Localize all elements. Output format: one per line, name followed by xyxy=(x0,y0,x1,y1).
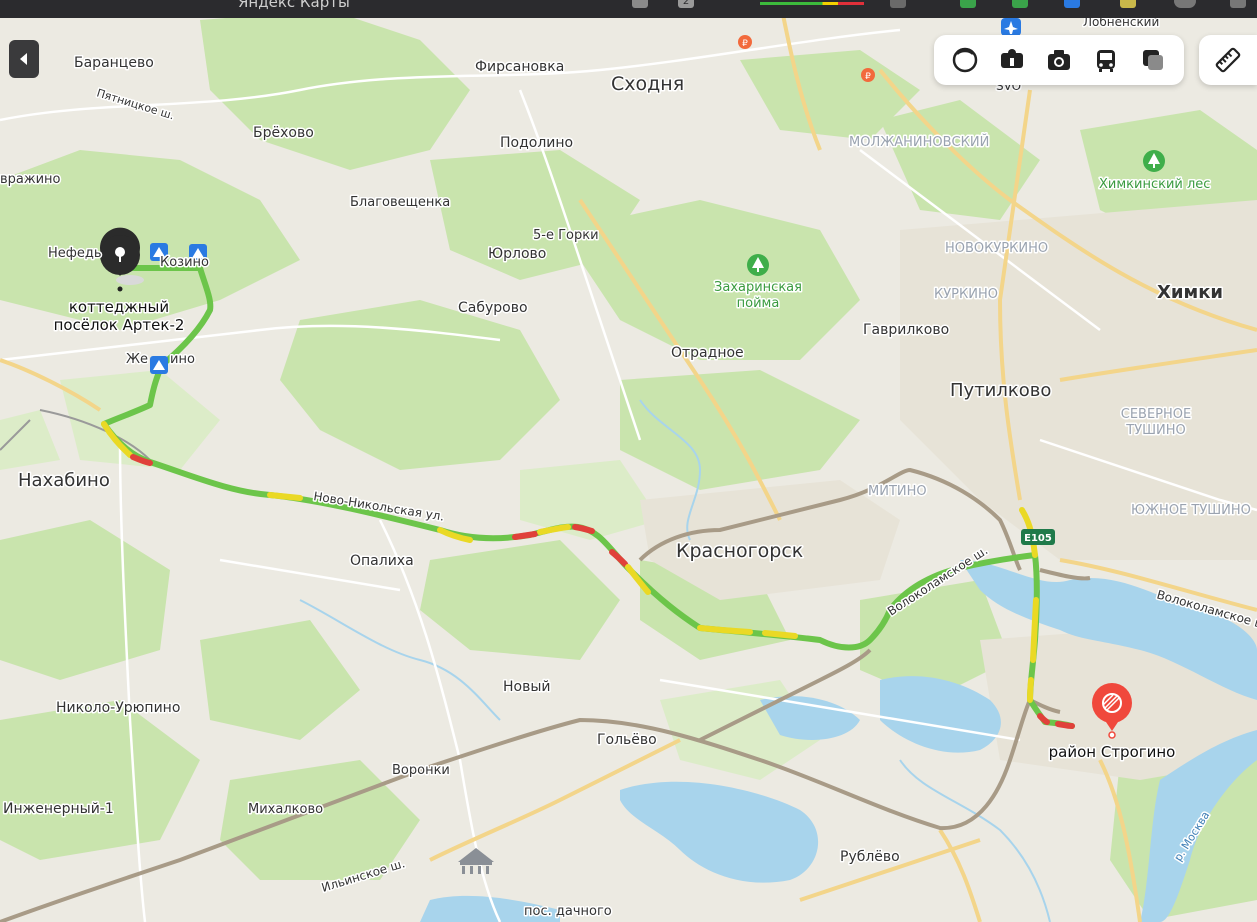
gas-station-icon[interactable]: ₽ xyxy=(861,68,875,82)
highway-label: E105 xyxy=(1024,533,1052,544)
camera-button[interactable] xyxy=(1041,42,1077,78)
window-title: Яндекс Карты xyxy=(238,0,350,11)
gas-station-icon[interactable]: ₽ xyxy=(738,35,752,49)
menu-icon[interactable] xyxy=(1230,0,1246,8)
place-label: Сабурово xyxy=(458,300,528,316)
poi-label: пойма xyxy=(737,296,780,311)
shield-icon[interactable] xyxy=(1012,0,1028,8)
panorama-button[interactable] xyxy=(994,42,1030,78)
place-label: Воронки xyxy=(392,763,450,778)
traffic-camera-icon[interactable] xyxy=(150,356,168,374)
city-label: Красногорск xyxy=(676,540,803,562)
tab-count-badge[interactable]: 2 xyxy=(678,0,694,8)
place-label: Же xyxy=(126,352,148,367)
park-icon[interactable] xyxy=(1143,150,1165,172)
route-start-label: посёлок Артек-2 xyxy=(54,316,185,334)
place-label: Юрлово xyxy=(488,246,546,262)
place-label: Гаврилково xyxy=(863,322,949,338)
city-label: Химки xyxy=(1157,282,1223,303)
place-label: Рублёво xyxy=(840,849,900,865)
district-label: МОЛЖАНИНОВСКИЙ xyxy=(849,134,989,150)
load-progress xyxy=(760,2,864,5)
place-label: Сходня xyxy=(611,73,684,95)
extension-icon[interactable] xyxy=(1064,0,1080,8)
airport-icon[interactable] xyxy=(1001,18,1021,36)
place-label: Благовещенка xyxy=(350,195,450,210)
transit-icon xyxy=(1096,50,1115,72)
place-label: вражино xyxy=(0,172,61,187)
star-icon[interactable] xyxy=(890,0,906,8)
route-end-label: район Строгино xyxy=(1049,743,1176,761)
place-label: Нефедь xyxy=(48,246,102,261)
place-label: Михалково xyxy=(248,802,323,817)
park-icon[interactable] xyxy=(747,254,769,276)
camera-icon xyxy=(1047,50,1070,70)
city-label: Нахабино xyxy=(18,470,110,491)
place-label: Отрадное xyxy=(671,345,744,361)
collapse-sidebar-button[interactable] xyxy=(9,40,39,78)
panorama-icon xyxy=(1001,49,1024,68)
window-title-bar: Яндекс Карты 2 xyxy=(0,0,1257,18)
avatar[interactable] xyxy=(1174,0,1196,8)
district-label: СЕВЕРНОЕ xyxy=(1121,407,1191,422)
poi-label: Химкинский лес xyxy=(1099,177,1210,192)
place-label: Николо-Урюпино xyxy=(56,700,180,716)
place-label: Баранцево xyxy=(74,55,154,71)
bookmark-icon[interactable] xyxy=(632,0,648,8)
ruler-icon xyxy=(1215,47,1241,73)
place-label: Новый xyxy=(503,679,551,695)
route-start-label: коттеджный xyxy=(69,298,169,316)
city-label: Путилково xyxy=(950,380,1051,401)
place-label: пос. дачного xyxy=(524,904,612,919)
copy-icon xyxy=(1142,50,1163,70)
place-label: 5-е Горки xyxy=(533,228,599,243)
district-label: НОВОКУРКИНО xyxy=(945,241,1048,256)
layers-button[interactable] xyxy=(947,42,983,78)
place-label: Опалиха xyxy=(350,553,414,569)
place-label: Фирсановка xyxy=(475,59,564,75)
place-label: Подолино xyxy=(500,135,573,151)
copy-button[interactable] xyxy=(1135,42,1171,78)
place-label: ино xyxy=(170,352,195,367)
svg-text:₽: ₽ xyxy=(865,72,871,82)
layers-icon xyxy=(953,47,978,73)
extension-icon[interactable] xyxy=(960,0,976,8)
district-label: ЮЖНОЕ ТУШИНО xyxy=(1131,503,1251,518)
svg-text:₽: ₽ xyxy=(742,39,748,49)
ruler-button[interactable] xyxy=(1199,35,1257,85)
district-label: КУРКИНО xyxy=(934,287,998,302)
place-label: Козино xyxy=(160,255,209,270)
place-label: Брёхово xyxy=(253,125,314,141)
poi-label: Захаринская xyxy=(714,280,802,295)
extension-icon[interactable] xyxy=(1120,0,1136,8)
district-label: МИТИНО xyxy=(868,484,927,499)
place-label: Гольёво xyxy=(597,732,657,748)
place-label: Инженерный-1 xyxy=(3,801,114,817)
map-layers-toolbar xyxy=(934,35,1184,85)
chevron-left-icon xyxy=(20,53,27,65)
transit-button[interactable] xyxy=(1088,42,1124,78)
district-label: ТУШИНО xyxy=(1125,423,1186,438)
highway-shield: E105 xyxy=(1021,529,1055,545)
map-canvas[interactable]: ₽ ₽ E105 Баранцево Фирсановка Сходня Под… xyxy=(0,0,1257,922)
